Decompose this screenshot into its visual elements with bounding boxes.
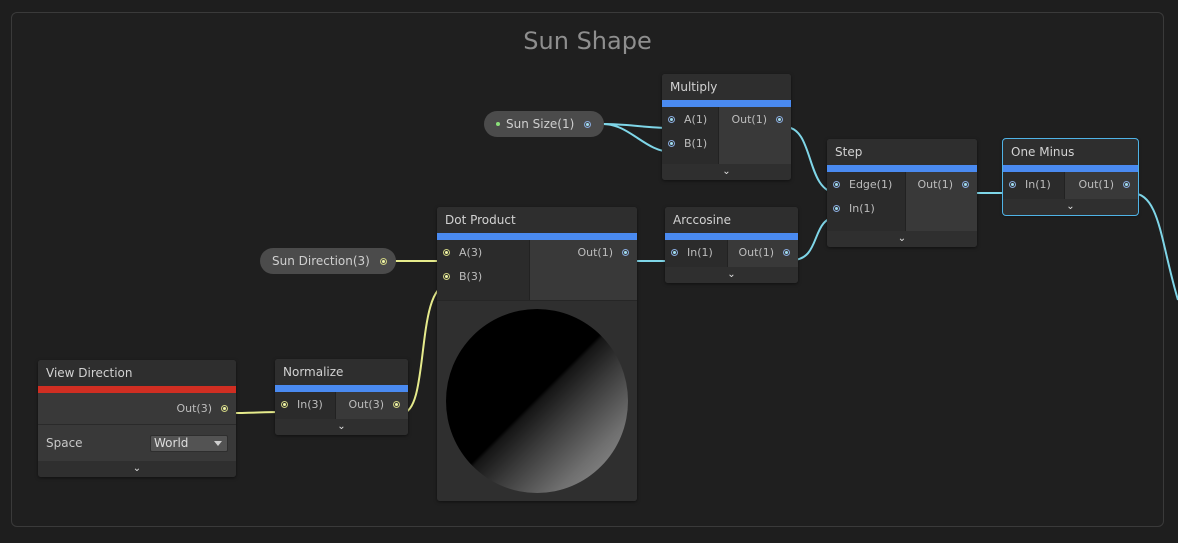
node-arccosine[interactable]: Arccosine In(1) Out(1) ⌄	[665, 207, 798, 283]
output-port-out[interactable]: Out(1)	[728, 240, 798, 264]
group-title: Sun Shape	[523, 27, 652, 55]
port-icon[interactable]	[668, 139, 675, 147]
port-label: A(1)	[684, 112, 708, 126]
input-port-a[interactable]: A(1)	[662, 107, 718, 131]
port-icon[interactable]	[962, 180, 969, 188]
node-title: Multiply	[662, 74, 791, 100]
port-icon[interactable]	[1009, 180, 1016, 188]
node-header-bar	[1003, 165, 1138, 172]
output-port-icon[interactable]	[584, 120, 592, 128]
node-header-bar	[38, 386, 236, 393]
input-port-in[interactable]: In(3)	[275, 392, 335, 416]
collapse-toggle[interactable]: ⌄	[1003, 199, 1138, 215]
chevron-down-icon: ⌄	[1066, 201, 1075, 212]
port-icon[interactable]	[443, 248, 450, 256]
node-step[interactable]: Step Edge(1) In(1) Out(1) ⌄	[827, 139, 977, 247]
node-header-bar	[275, 385, 408, 392]
node-title: Arccosine	[665, 207, 798, 233]
output-port-out[interactable]: Out(1)	[719, 107, 791, 131]
property-sun-size[interactable]: Sun Size(1)	[484, 111, 604, 137]
port-label: In(1)	[849, 201, 875, 215]
input-port-b[interactable]: B(3)	[437, 264, 529, 288]
node-view-direction[interactable]: View Direction Out(3) Space World ⌄	[38, 360, 236, 477]
port-icon[interactable]	[1123, 180, 1130, 188]
output-port-out[interactable]: Out(1)	[906, 172, 977, 196]
node-header-bar	[827, 165, 977, 172]
port-label: In(1)	[687, 245, 713, 259]
output-port-icon[interactable]	[379, 257, 387, 265]
output-port-out[interactable]: Out(1)	[530, 240, 637, 264]
input-port-edge[interactable]: Edge(1)	[827, 172, 905, 196]
node-dot-product[interactable]: Dot Product A(3) B(3) Out(1)	[437, 207, 637, 501]
chevron-down-icon: ⌄	[727, 269, 736, 280]
exposed-indicator-icon	[496, 122, 500, 126]
preview-sphere	[446, 309, 628, 493]
port-label: B(3)	[459, 269, 483, 283]
port-label: Out(1)	[738, 245, 774, 259]
input-port-in[interactable]: In(1)	[827, 196, 905, 220]
property-sun-direction[interactable]: Sun Direction(3)	[260, 248, 396, 274]
input-port-in[interactable]: In(1)	[665, 240, 727, 264]
property-label: Sun Direction(3)	[272, 254, 370, 268]
node-title: Step	[827, 139, 977, 165]
chevron-down-icon: ⌄	[897, 233, 907, 244]
input-port-a[interactable]: A(3)	[437, 240, 529, 264]
output-port-out[interactable]: Out(1)	[1065, 172, 1138, 196]
port-label: In(1)	[1025, 177, 1051, 191]
node-one-minus[interactable]: One Minus In(1) Out(1) ⌄	[1002, 138, 1139, 216]
dropdown-caret-icon	[214, 440, 222, 446]
port-icon[interactable]	[622, 248, 629, 256]
node-title: View Direction	[38, 360, 236, 386]
input-port-in[interactable]: In(1)	[1003, 172, 1064, 196]
chevron-down-icon: ⌄	[337, 421, 346, 432]
port-icon[interactable]	[776, 115, 783, 123]
space-dropdown[interactable]: World	[150, 434, 228, 452]
space-value: World	[154, 436, 189, 450]
node-normalize[interactable]: Normalize In(3) Out(3) ⌄	[275, 359, 408, 435]
port-icon[interactable]	[393, 400, 400, 408]
node-header-bar	[665, 233, 798, 240]
collapse-toggle[interactable]: ⌄	[38, 461, 236, 477]
port-icon[interactable]	[443, 272, 450, 280]
node-title: One Minus	[1003, 139, 1138, 165]
node-header-bar	[662, 100, 791, 107]
collapse-toggle[interactable]: ⌄	[275, 419, 408, 435]
port-icon[interactable]	[668, 115, 675, 123]
output-port-out[interactable]: Out(3)	[336, 392, 408, 416]
chevron-down-icon: ⌄	[722, 166, 731, 177]
port-icon[interactable]	[221, 405, 228, 412]
node-title: Dot Product	[437, 207, 637, 233]
port-label: Edge(1)	[849, 177, 893, 191]
collapse-toggle[interactable]: ⌄	[665, 267, 798, 283]
port-label: In(3)	[297, 397, 323, 411]
input-port-b[interactable]: B(1)	[662, 131, 718, 155]
port-label: Out(3)	[176, 402, 212, 415]
collapse-toggle[interactable]: ⌄	[827, 231, 977, 247]
port-label: Out(1)	[1078, 177, 1114, 191]
port-icon[interactable]	[783, 248, 790, 256]
node-preview	[437, 300, 637, 501]
port-icon[interactable]	[833, 204, 840, 212]
output-port-out[interactable]: Out(3)	[38, 393, 236, 424]
node-title: Normalize	[275, 359, 408, 385]
space-label: Space	[46, 436, 83, 450]
node-header-bar	[437, 233, 637, 240]
port-label: Out(3)	[348, 397, 384, 411]
port-label: Out(1)	[577, 245, 613, 259]
collapse-toggle[interactable]: ⌄	[662, 164, 791, 180]
port-label: Out(1)	[731, 112, 767, 126]
port-icon[interactable]	[281, 400, 288, 408]
port-label: B(1)	[684, 136, 708, 150]
node-multiply[interactable]: Multiply A(1) B(1) Out(1) ⌄	[662, 74, 791, 180]
property-label: Sun Size(1)	[506, 117, 575, 131]
port-icon[interactable]	[671, 248, 678, 256]
space-setting-row: Space World	[38, 424, 236, 461]
port-label: Out(1)	[917, 177, 953, 191]
port-icon[interactable]	[833, 180, 840, 188]
chevron-down-icon: ⌄	[132, 463, 142, 474]
port-label: A(3)	[459, 245, 483, 259]
